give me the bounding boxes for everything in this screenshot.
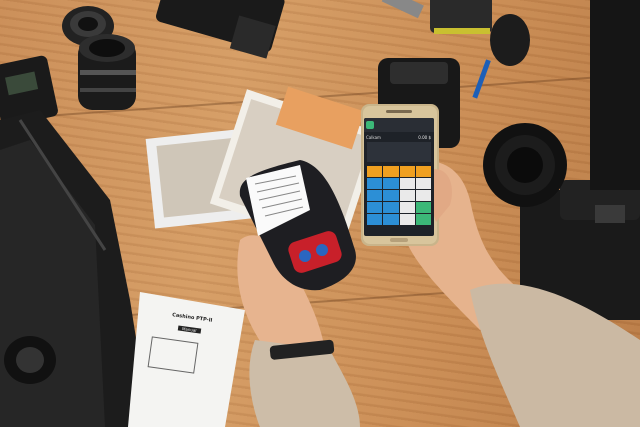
printer-manual [128,292,245,427]
camera-strap-right [590,0,640,190]
key [415,178,431,189]
key [399,166,415,177]
key [383,214,399,225]
key [383,178,399,189]
small-lens [78,34,136,110]
app-icon [366,121,374,129]
key [415,190,431,201]
calculator-display [367,142,431,162]
key [383,190,399,201]
key [415,214,431,225]
key [383,166,399,177]
key [367,214,383,225]
key [415,202,431,213]
key [415,166,431,177]
key [367,202,383,213]
screwdriver [381,0,424,19]
key [367,190,383,201]
key [383,202,399,213]
screen-total: 0.00 $ [418,135,431,140]
camera-bag [0,110,150,427]
photo-objects [0,0,640,427]
key [399,190,415,201]
photo-scene: Calkam 0.00 $ Cashino PTP-II Manual [0,0,640,427]
screen-header [364,118,434,132]
phone-screen: Calkam 0.00 $ [364,118,434,236]
key [367,166,383,177]
calculator-keypad [367,166,431,225]
speedlight-flash [156,0,285,59]
key [399,202,415,213]
key [399,178,415,189]
battery-case [430,0,492,34]
key [399,214,415,225]
key [367,178,383,189]
screen-title: Calkam [366,135,381,140]
